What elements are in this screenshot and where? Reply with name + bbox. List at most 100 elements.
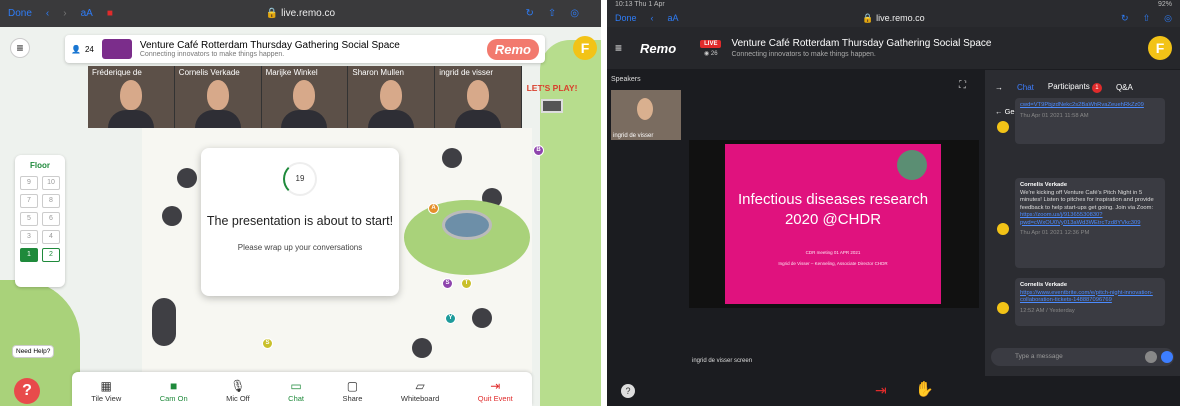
toolbar-chat-button[interactable]: ▭ Chat: [288, 380, 304, 403]
floor-button[interactable]: 3: [20, 230, 38, 244]
forward-icon[interactable]: ›: [63, 8, 66, 19]
participant-video[interactable]: Sharon Mullen: [348, 66, 436, 128]
chat-message: Cornelis Verkade We're kicking off Ventur…: [1015, 178, 1165, 268]
compass-icon[interactable]: ◎: [570, 8, 579, 19]
share-icon[interactable]: ⇧: [1143, 13, 1151, 24]
participant-video[interactable]: Marijke Winkel: [261, 66, 349, 128]
toolbar-whiteboard-button[interactable]: ▱ Whiteboard: [401, 380, 439, 403]
message-link[interactable]: cwd=VT9PbjzdNekc2s2BaWhRvaZeuehRkZz09: [1020, 102, 1160, 110]
attendee-avatar[interactable]: B: [533, 145, 544, 156]
message-link[interactable]: https://zoom.us/j/91365530830?pwd=cWxOU0…: [1020, 212, 1160, 227]
toolbar-icon: 🎙: [230, 379, 246, 393]
menu-icon[interactable]: ≡: [615, 41, 622, 55]
participant-name: Cornelis Verkade: [178, 68, 240, 77]
floor-button[interactable]: 1: [20, 248, 38, 262]
table[interactable]: [442, 148, 462, 168]
reload-icon[interactable]: ↻: [525, 8, 533, 19]
toolbar-quit-event-button[interactable]: ⇥ Quit Event: [478, 380, 513, 403]
fullscreen-icon[interactable]: ⛶: [959, 80, 966, 91]
attendee-avatar[interactable]: Y: [445, 313, 456, 324]
help-button[interactable]: ?: [14, 378, 40, 404]
participant-video[interactable]: Cornelis Verkade: [174, 66, 262, 128]
presentation-heading: The presentation is about to start!: [206, 214, 394, 228]
tab-participants[interactable]: Participants 1: [1048, 82, 1102, 93]
floor-title: Floor: [30, 161, 50, 170]
camera-indicator-icon: ■: [106, 8, 113, 19]
table[interactable]: [412, 338, 432, 358]
presentation-slide: Infectious diseases research 2020 @CHDR …: [725, 144, 941, 304]
event-subtitle: Connecting innovators to make things hap…: [139, 51, 285, 58]
user-avatar[interactable]: F: [573, 36, 597, 60]
help-icon[interactable]: ?: [621, 384, 635, 398]
participant-name: Marijke Winkel: [265, 68, 318, 77]
floor-button[interactable]: 10: [42, 176, 60, 190]
floor-button[interactable]: 9: [20, 176, 38, 190]
floor-button[interactable]: 5: [20, 212, 38, 226]
chat-message: cwd=VT9PbjzdNekc2s2BaWhRvaZeuehRkZz09 Thu…: [1015, 98, 1165, 144]
send-icon[interactable]: [1161, 351, 1173, 363]
chat-message: Cornelis Verkade https://www.eventbrite.c…: [1015, 278, 1165, 326]
toolbar-label: Share: [342, 394, 363, 403]
participant-videos: Fréderique de Cornelis Verkade Marijke Win…: [88, 66, 522, 128]
leave-icon[interactable]: ⇥: [875, 382, 887, 399]
participant-name: Fréderique de: [92, 68, 142, 77]
floor-button[interactable]: 7: [20, 194, 38, 208]
floor-button[interactable]: 8: [42, 194, 60, 208]
toolbar-label: Tile View: [91, 394, 122, 403]
share-icon[interactable]: ⇧: [548, 8, 556, 19]
venture-cafe-logo: [101, 39, 132, 59]
toolbar-tile-view-button[interactable]: ▦ Tile View: [91, 380, 121, 403]
table[interactable]: [177, 168, 197, 188]
presentation-modal: 19 The presentation is about to start! P…: [201, 148, 399, 296]
event-subtitle: Connecting innovators to make things hap…: [731, 51, 876, 58]
lets-play-label: LET'S PLAY!: [526, 83, 578, 93]
table[interactable]: [152, 298, 176, 346]
tab-chat[interactable]: Chat: [1017, 83, 1034, 92]
toolbar-label: Mic Off: [226, 394, 250, 403]
toolbar-mic-off-button[interactable]: 🎙 Mic Off: [226, 380, 250, 403]
people-icon: 👤: [71, 44, 81, 54]
participant-video[interactable]: ingrid de visser: [435, 66, 522, 128]
reader-button[interactable]: aA: [81, 8, 93, 19]
floor-button[interactable]: 4: [42, 230, 60, 244]
message-time: Thu Apr 01 2021 11:58 AM: [1020, 112, 1089, 119]
message-time: Thu Apr 01 2021 12:36 PM: [1020, 230, 1090, 236]
done-button[interactable]: Done: [8, 8, 32, 19]
message-link[interactable]: https://www.eventbrite.com/e/pitch-night…: [1020, 290, 1160, 305]
user-avatar[interactable]: F: [1148, 36, 1172, 60]
bottom-toolbar: ▦ Tile View ■ Cam On 🎙 Mic Off ▭ Chat ▢ Share ▱ Whi…: [72, 372, 532, 406]
attendee-avatar[interactable]: A: [428, 203, 439, 214]
toolbar-cam-on-button[interactable]: ■ Cam On: [160, 380, 188, 403]
floor-button[interactable]: 6: [42, 212, 60, 226]
attendee-avatar[interactable]: S: [442, 278, 453, 289]
url-field[interactable]: 🔒 live.remo.co: [607, 13, 1180, 24]
emoji-icon[interactable]: [1145, 351, 1157, 363]
message-text: We're kicking off Venture Café's Pitch N…: [1020, 189, 1154, 211]
remo-logo: Remo: [486, 38, 539, 60]
participants-badge: 1: [1091, 83, 1102, 93]
tab-qa[interactable]: Q&A: [1116, 83, 1133, 92]
floor-button[interactable]: 2: [42, 248, 60, 262]
raise-hand-icon[interactable]: ✋: [915, 380, 934, 398]
compass-icon[interactable]: ◎: [1164, 13, 1172, 24]
toolbar-icon: ⇥: [490, 379, 501, 393]
lets-play-sign[interactable]: LET'S PLAY!: [522, 83, 582, 133]
menu-icon[interactable]: ≡: [10, 38, 30, 58]
table[interactable]: [472, 308, 492, 328]
lawn-left: [0, 280, 80, 406]
live-badge: LIVE: [700, 39, 722, 48]
remo-presentation-screen: 10:13 Thu 1 Apr 92% Done ‹ aA 🔒 live.rem…: [607, 0, 1180, 406]
message-name: Cornelis Verkade: [1020, 182, 1068, 188]
back-icon[interactable]: ‹: [46, 8, 49, 19]
reload-icon[interactable]: ↻: [1121, 13, 1129, 24]
table[interactable]: [162, 206, 182, 226]
collapse-arrow-icon[interactable]: →: [995, 83, 1003, 92]
toolbar-icon: ■: [170, 379, 178, 393]
safari-bar: 10:13 Thu 1 Apr 92% Done ‹ aA 🔒 live.rem…: [607, 0, 1180, 27]
toolbar-icon: ▭: [290, 379, 302, 393]
participant-video[interactable]: Fréderique de: [88, 66, 175, 128]
attendee-count: 24: [84, 44, 94, 54]
attendee-avatar[interactable]: S: [262, 338, 273, 349]
attendee-avatar[interactable]: T: [461, 278, 472, 289]
toolbar-share-button[interactable]: ▢ Share: [342, 380, 362, 403]
